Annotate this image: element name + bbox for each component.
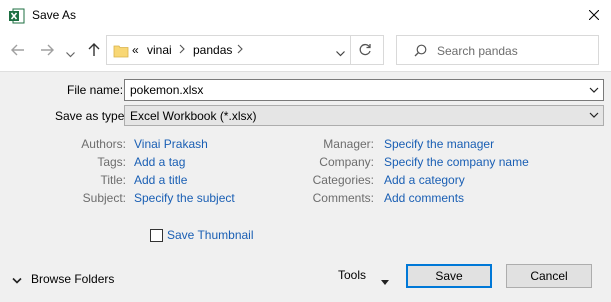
- arrow-left-icon: [11, 44, 24, 56]
- refresh-icon: [359, 43, 371, 56]
- chevron-right-icon: [179, 44, 185, 54]
- tools-menu-button[interactable]: Tools: [338, 268, 366, 282]
- title-bar: Save As: [0, 0, 611, 31]
- address-history-button[interactable]: [336, 46, 345, 60]
- company-value[interactable]: Specify the company name: [384, 155, 529, 169]
- chevron-down-icon: [12, 277, 22, 284]
- file-name-field[interactable]: pokemon.xlsx: [124, 79, 604, 101]
- search-icon: [414, 44, 427, 60]
- manager-label: Manager:: [323, 137, 374, 151]
- save-as-type-label: Save as type:: [55, 109, 128, 123]
- categories-label: Categories:: [312, 173, 374, 187]
- chevron-down-icon: [336, 51, 345, 57]
- subject-value[interactable]: Specify the subject: [134, 191, 235, 205]
- caret-down-icon: [381, 280, 389, 285]
- forward-button[interactable]: [40, 43, 56, 59]
- save-thumbnail-checkbox[interactable]: [150, 229, 163, 242]
- breadcrumb-separator: [237, 43, 243, 57]
- title-value[interactable]: Add a title: [134, 173, 187, 187]
- save-thumbnail-label[interactable]: Save Thumbnail: [167, 228, 254, 242]
- authors-value[interactable]: Vinai Prakash: [134, 137, 208, 151]
- authors-label: Authors:: [81, 137, 126, 151]
- close-icon: [589, 10, 599, 20]
- subject-label: Subject:: [82, 191, 126, 205]
- search-placeholder: Search pandas: [437, 44, 518, 58]
- window-title: Save As: [32, 8, 77, 22]
- close-button[interactable]: [577, 0, 611, 31]
- tools-dropdown-caret[interactable]: [381, 274, 389, 288]
- back-button[interactable]: [11, 43, 27, 59]
- refresh-button[interactable]: [358, 43, 372, 60]
- save-as-type-dropdown-button[interactable]: [589, 109, 599, 124]
- arrow-right-icon: [41, 44, 54, 56]
- arrow-up-icon: [88, 43, 100, 56]
- tags-value[interactable]: Add a tag: [134, 155, 185, 169]
- search-input[interactable]: Search pandas: [396, 35, 599, 65]
- file-name-value: pokemon.xlsx: [130, 83, 204, 97]
- browse-folders-toggle[interactable]: [12, 274, 22, 288]
- browse-folders-label[interactable]: Browse Folders: [31, 272, 114, 286]
- categories-value[interactable]: Add a category: [384, 173, 465, 187]
- file-name-label: File name:: [67, 83, 124, 97]
- manager-value[interactable]: Specify the manager: [384, 137, 494, 151]
- up-button[interactable]: [87, 43, 103, 59]
- comments-value[interactable]: Add comments: [384, 191, 464, 205]
- title-label: Title:: [100, 173, 126, 187]
- breadcrumb-separator: [179, 43, 185, 57]
- chevron-down-icon: [589, 112, 599, 118]
- tags-label: Tags:: [97, 155, 126, 169]
- breadcrumb-overflow[interactable]: «: [132, 43, 139, 57]
- chevron-right-icon: [237, 44, 243, 54]
- chevron-down-icon: [66, 52, 75, 58]
- comments-label: Comments:: [312, 191, 374, 205]
- company-label: Company:: [319, 155, 374, 169]
- chevron-down-icon: [589, 87, 599, 93]
- recent-locations-button[interactable]: [66, 47, 82, 63]
- address-bar[interactable]: « vinai pandas: [106, 35, 384, 65]
- folder-icon: [113, 43, 129, 62]
- excel-icon: [9, 8, 25, 24]
- cancel-button[interactable]: Cancel: [506, 264, 592, 288]
- save-as-type-value: Excel Workbook (*.xlsx): [130, 109, 257, 123]
- save-as-type-select[interactable]: Excel Workbook (*.xlsx): [124, 105, 604, 126]
- breadcrumb-item-pandas[interactable]: pandas: [193, 43, 232, 57]
- save-button[interactable]: Save: [406, 264, 492, 288]
- breadcrumb-item-vinai[interactable]: vinai: [147, 43, 172, 57]
- file-name-dropdown-button[interactable]: [589, 84, 599, 99]
- address-divider: [350, 36, 351, 64]
